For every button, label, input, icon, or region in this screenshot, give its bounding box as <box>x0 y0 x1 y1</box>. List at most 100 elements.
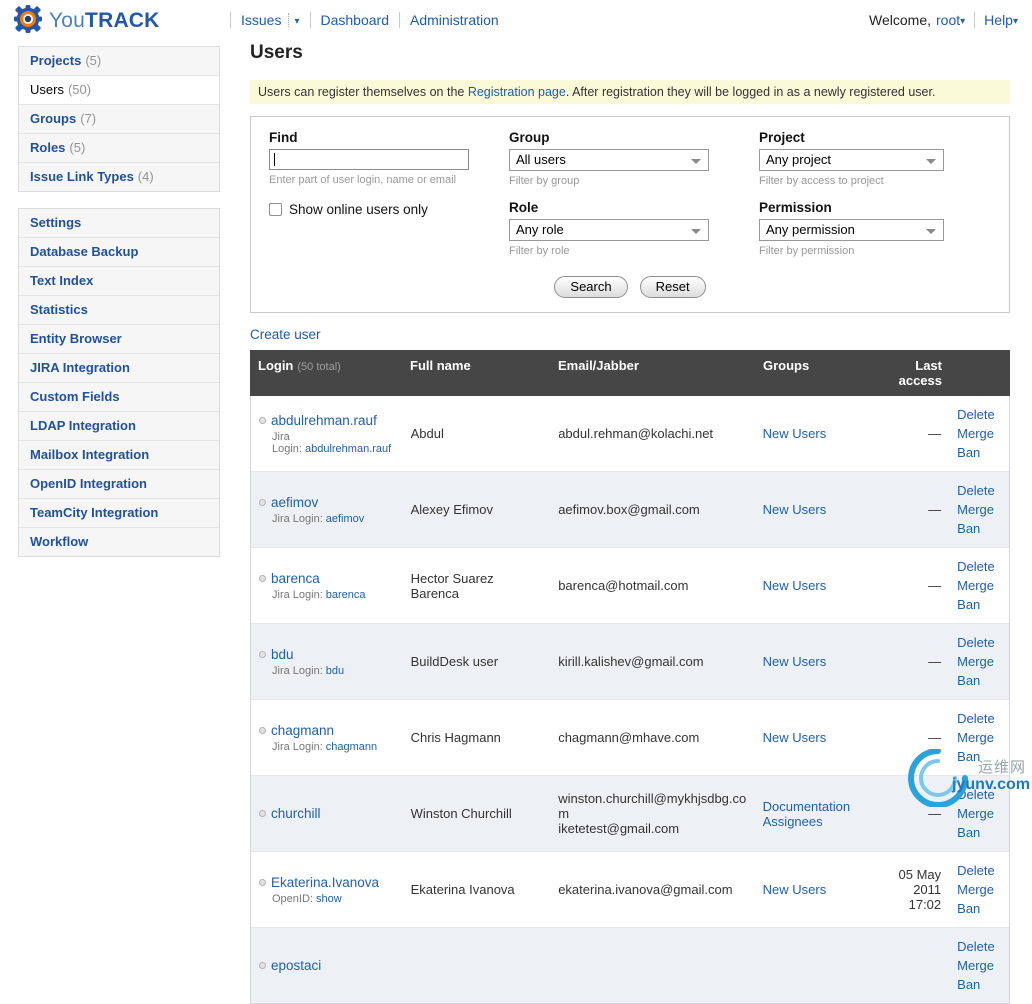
sidebar-item-link[interactable]: Mailbox Integration <box>30 447 149 462</box>
ban-link[interactable]: Ban <box>957 519 1001 538</box>
login-sub-value-link[interactable]: abdulrehman.rauf <box>305 443 391 455</box>
delete-link[interactable]: Delete <box>957 557 1001 576</box>
help-menu-link[interactable]: Help <box>984 12 1013 28</box>
user-login-link[interactable]: epostaci <box>271 958 321 973</box>
user-menu-link[interactable]: root <box>936 12 960 28</box>
role-select[interactable]: Any role <box>509 219 709 241</box>
user-login-link[interactable]: abdulrehman.rauf <box>271 413 377 428</box>
sidebar-item-link[interactable]: JIRA Integration <box>30 360 130 375</box>
login-sub-value-link[interactable]: chagmann <box>326 741 377 753</box>
project-select[interactable]: Any project <box>759 149 944 171</box>
delete-link[interactable]: Delete <box>957 861 1001 880</box>
user-table-row: churchill Winston Churchill winston.chur… <box>251 776 1009 852</box>
help-menu-arrow-icon[interactable]: ▾ <box>1013 16 1018 27</box>
user-login-link[interactable]: bdu <box>271 647 294 662</box>
sidebar-item[interactable]: Custom Fields <box>19 383 219 412</box>
sidebar-item[interactable]: Users(50) <box>19 76 219 105</box>
group-link[interactable]: New Users <box>763 654 827 669</box>
sidebar-item[interactable]: Statistics <box>19 296 219 325</box>
group-select[interactable]: All users <box>509 149 709 171</box>
sidebar-item-link[interactable]: OpenID Integration <box>30 476 147 491</box>
sidebar-item[interactable]: Database Backup <box>19 238 219 267</box>
group-link[interactable]: Documentation Assignees <box>763 799 862 829</box>
sidebar-item-link[interactable]: Text Index <box>30 273 93 288</box>
nav-issues-link[interactable]: Issues <box>241 12 281 28</box>
registration-page-link[interactable]: Registration page <box>468 85 566 99</box>
merge-link[interactable]: Merge <box>957 652 1001 671</box>
login-sub-value-link[interactable]: bdu <box>326 665 344 677</box>
sidebar-item[interactable]: Text Index <box>19 267 219 296</box>
sidebar-item-link[interactable]: Database Backup <box>30 244 138 259</box>
sidebar-item-link[interactable]: Issue Link Types <box>30 169 134 184</box>
sidebar-item[interactable]: JIRA Integration <box>19 354 219 383</box>
delete-link[interactable]: Delete <box>957 481 1001 500</box>
merge-link[interactable]: Merge <box>957 424 1001 443</box>
login-cell: epostaci <box>251 949 403 982</box>
user-login-link[interactable]: churchill <box>271 806 321 821</box>
sidebar-item[interactable]: Projects(5) <box>19 47 219 76</box>
sidebar-item-link[interactable]: Entity Browser <box>30 331 122 346</box>
sidebar-item-link[interactable]: Users <box>30 82 64 97</box>
issues-dropdown-arrow-icon[interactable]: ▾ <box>294 16 299 27</box>
group-link[interactable]: New Users <box>763 578 827 593</box>
login-sub-value-link[interactable]: show <box>316 893 342 905</box>
sidebar-item[interactable]: OpenID Integration <box>19 470 219 499</box>
merge-link[interactable]: Merge <box>957 956 1001 975</box>
user-login-link[interactable]: Ekaterina.Ivanova <box>271 875 379 890</box>
sidebar-item-link[interactable]: TeamCity Integration <box>30 505 158 520</box>
find-input[interactable] <box>269 149 469 170</box>
group-link[interactable]: New Users <box>763 502 827 517</box>
reset-button[interactable]: Reset <box>640 276 706 298</box>
merge-link[interactable]: Merge <box>957 880 1001 899</box>
user-table-row: chagmann Jira Login:chagmann Chris Hagma… <box>251 700 1009 776</box>
login-sub-value-link[interactable]: aefimov <box>326 513 365 525</box>
sidebar-item[interactable]: Mailbox Integration <box>19 441 219 470</box>
permission-select[interactable]: Any permission <box>759 219 944 241</box>
sidebar-item[interactable]: TeamCity Integration <box>19 499 219 528</box>
sidebar-item[interactable]: LDAP Integration <box>19 412 219 441</box>
user-menu-arrow-icon[interactable]: ▾ <box>960 16 965 27</box>
sidebar-item-link[interactable]: Custom Fields <box>30 389 120 404</box>
user-login-link[interactable]: aefimov <box>271 495 318 510</box>
merge-link[interactable]: Merge <box>957 500 1001 519</box>
sidebar-item[interactable]: Roles(5) <box>19 134 219 163</box>
ban-link[interactable]: Ban <box>957 595 1001 614</box>
user-login-link[interactable]: barenca <box>271 571 320 586</box>
ban-link[interactable]: Ban <box>957 899 1001 918</box>
sidebar-item-link[interactable]: Roles <box>30 140 65 155</box>
sidebar-item-link[interactable]: LDAP Integration <box>30 418 136 433</box>
sidebar-item-link[interactable]: Statistics <box>30 302 88 317</box>
sidebar-item[interactable]: Workflow <box>19 528 219 556</box>
create-user-link[interactable]: Create user <box>250 327 321 342</box>
sidebar-item-link[interactable]: Settings <box>30 215 81 230</box>
ban-link[interactable]: Ban <box>957 823 1001 842</box>
delete-link[interactable]: Delete <box>957 405 1001 424</box>
sidebar-item[interactable]: Groups(7) <box>19 105 219 134</box>
sidebar-item[interactable]: Entity Browser <box>19 325 219 354</box>
delete-link[interactable]: Delete <box>957 709 1001 728</box>
sidebar-item-link[interactable]: Projects <box>30 53 81 68</box>
ban-link[interactable]: Ban <box>957 671 1001 690</box>
user-login-link[interactable]: chagmann <box>271 723 334 738</box>
sidebar-item-link[interactable]: Workflow <box>30 534 88 549</box>
nav-administration-link[interactable]: Administration <box>410 12 499 28</box>
group-link[interactable]: New Users <box>763 426 827 441</box>
nav-dashboard-link[interactable]: Dashboard <box>321 12 390 28</box>
sidebar-item[interactable]: Settings <box>19 209 219 238</box>
show-online-checkbox[interactable] <box>269 203 282 216</box>
group-link[interactable]: New Users <box>763 882 827 897</box>
merge-link[interactable]: Merge <box>957 728 1001 747</box>
search-button[interactable]: Search <box>554 276 627 298</box>
sidebar-item[interactable]: Issue Link Types(4) <box>19 163 219 191</box>
sidebar-entities-group: Projects(5) Users(50) Groups(7) Roles(5)… <box>18 46 220 192</box>
login-sub-value-link[interactable]: barenca <box>326 589 366 601</box>
ban-link[interactable]: Ban <box>957 975 1001 994</box>
delete-link[interactable]: Delete <box>957 633 1001 652</box>
merge-link[interactable]: Merge <box>957 576 1001 595</box>
sidebar-item-link[interactable]: Groups <box>30 111 76 126</box>
delete-link[interactable]: Delete <box>957 937 1001 956</box>
ban-link[interactable]: Ban <box>957 443 1001 462</box>
youtrack-logo[interactable]: YouTRACK <box>14 5 160 36</box>
group-link[interactable]: New Users <box>763 730 827 745</box>
sidebar-settings-group: Settings Database Backup Text Index Stat… <box>18 208 220 557</box>
